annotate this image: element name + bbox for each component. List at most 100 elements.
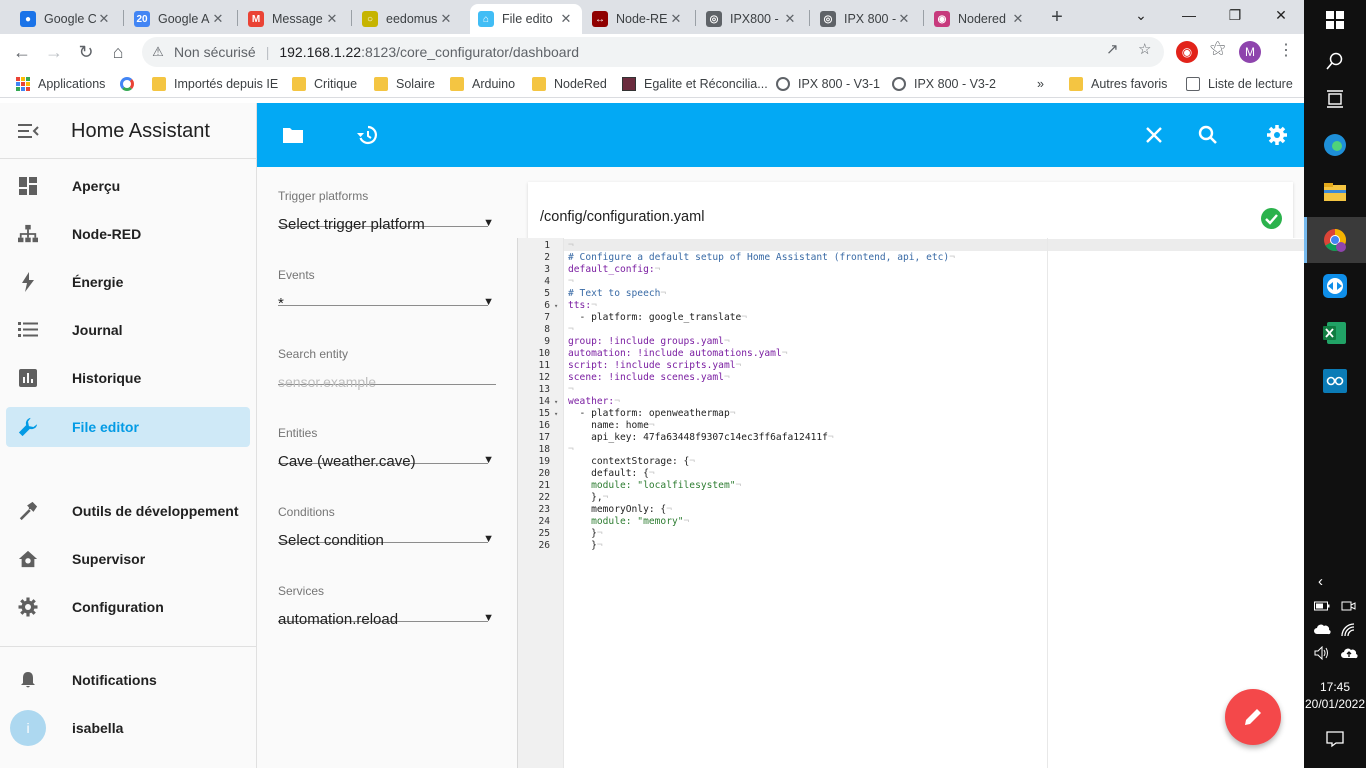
close-icon[interactable] xyxy=(1142,123,1166,147)
close-window-button[interactable]: ✕ xyxy=(1258,0,1304,30)
close-tab-icon[interactable]: ✕ xyxy=(782,11,798,27)
other-favorites[interactable]: Autres favoris xyxy=(1069,75,1167,93)
bookmark-item[interactable]: NodeRed xyxy=(532,75,607,93)
browser-tab[interactable]: ⌂ File edito ✕ xyxy=(470,4,582,34)
browser-tab[interactable]: M Message ✕ xyxy=(240,4,348,34)
sidebar-item-supervisor[interactable]: Supervisor xyxy=(6,539,250,579)
restore-window-button[interactable]: ❐ xyxy=(1212,0,1258,30)
share-icon[interactable]: ↗ xyxy=(1106,40,1119,58)
search-icon[interactable] xyxy=(1196,123,1220,147)
menu-dots-icon[interactable]: ⋮ xyxy=(1278,40,1294,60)
reload-button[interactable]: ↻ xyxy=(72,38,100,66)
browser-tab[interactable]: ● Google C ✕ xyxy=(12,4,120,34)
meet-now-icon[interactable] xyxy=(1340,598,1356,617)
close-tab-icon[interactable]: ✕ xyxy=(96,11,112,27)
excel-icon[interactable] xyxy=(1323,321,1347,345)
close-tab-icon[interactable]: ✕ xyxy=(668,11,684,27)
close-tab-icon[interactable]: ✕ xyxy=(438,11,454,27)
wifi-icon[interactable] xyxy=(1340,622,1356,641)
back-button[interactable]: ← xyxy=(8,38,36,66)
search-entity-input[interactable]: Search entity sensor.example xyxy=(278,325,496,390)
bookmark-item[interactable] xyxy=(120,75,142,93)
bookmark-item[interactable]: IPX 800 - V3-2 xyxy=(892,75,996,93)
menu-collapse-icon[interactable] xyxy=(18,121,40,141)
close-tab-icon[interactable]: ✕ xyxy=(210,11,226,27)
folder-icon[interactable] xyxy=(281,123,305,147)
sidebar-item-user[interactable]: i isabella xyxy=(6,708,250,748)
browser-tab[interactable]: ◉ Nodered ✕ xyxy=(926,4,1034,34)
bookmark-item[interactable]: Arduino xyxy=(450,75,515,93)
sidebar-item-historique[interactable]: Historique xyxy=(6,358,250,398)
file-explorer-icon[interactable] xyxy=(1323,180,1347,204)
conditions-select[interactable]: Conditions Select condition ▼ xyxy=(278,483,494,549)
browser-tab[interactable]: ◎ IPX 800 - ✕ xyxy=(812,4,920,34)
fold-toggle-icon[interactable]: ▾ xyxy=(554,396,558,408)
bookmark-item[interactable]: Solaire xyxy=(374,75,435,93)
services-select[interactable]: Services automation.reload ▼ xyxy=(278,562,494,628)
bookmark-item[interactable]: Critique xyxy=(292,75,357,93)
history-icon[interactable] xyxy=(355,123,379,147)
browser-tab[interactable]: 20 Google A ✕ xyxy=(126,4,234,34)
bookmark-item[interactable]: Importés depuis IE xyxy=(152,75,278,93)
gear-icon[interactable] xyxy=(1265,123,1289,147)
app-header xyxy=(257,103,1304,167)
chrome-icon[interactable] xyxy=(1323,228,1347,252)
task-view-icon[interactable] xyxy=(1323,87,1347,111)
fold-toggle-icon[interactable]: ▾ xyxy=(554,408,558,420)
clock-date[interactable]: 20/01/2022 xyxy=(1304,697,1366,711)
forward-button[interactable]: → xyxy=(40,38,68,66)
sidebar-item-node-red[interactable]: Node-RED xyxy=(6,214,250,254)
sidebar-item-notifications[interactable]: Notifications xyxy=(6,660,250,700)
line-number: 7 xyxy=(544,312,550,323)
battery-icon[interactable] xyxy=(1314,600,1330,615)
close-tab-icon[interactable]: ✕ xyxy=(896,11,912,27)
sidebar-item-outils-de-developpement[interactable]: Outils de développement xyxy=(6,491,250,531)
extensions-icon[interactable]: ⚝ xyxy=(1210,40,1226,58)
home-button[interactable]: ⌂ xyxy=(104,38,132,66)
trigger-platform-select[interactable]: Trigger platforms Select trigger platfor… xyxy=(278,167,494,233)
entities-select[interactable]: Entities Cave (weather.cave) ▼ xyxy=(278,404,494,470)
line-number: 15 xyxy=(538,408,550,419)
volume-icon[interactable] xyxy=(1314,645,1330,663)
close-tab-icon[interactable]: ✕ xyxy=(1010,11,1026,27)
star-icon[interactable]: ☆ xyxy=(1138,40,1151,58)
new-tab-button[interactable]: + xyxy=(1044,4,1070,30)
sidebar-item-file-editor[interactable]: File editor xyxy=(6,407,250,447)
more-bookmarks-button[interactable]: » xyxy=(1037,75,1044,93)
edge-icon[interactable] xyxy=(1323,133,1347,157)
code-line: }¬ xyxy=(568,528,603,539)
browser-tab[interactable]: ○ eedomus ✕ xyxy=(354,4,462,34)
line-number: 26 xyxy=(538,540,550,551)
line-number: 5 xyxy=(544,288,550,299)
tab-search-button[interactable]: ⌄ xyxy=(1118,0,1164,30)
teamviewer-icon[interactable] xyxy=(1323,274,1347,298)
clock-time[interactable]: 17:45 xyxy=(1304,680,1366,694)
reading-list[interactable]: Liste de lecture xyxy=(1186,75,1293,93)
browser-tab[interactable]: ◎ IPX800 - ✕ xyxy=(698,4,806,34)
show-hidden-icons-chevron-icon[interactable]: ‹ xyxy=(1318,573,1323,590)
fold-toggle-icon[interactable]: ▾ xyxy=(554,300,558,312)
opera-vpn-extension-icon[interactable]: ◉ xyxy=(1176,41,1198,63)
sidebar-item-apercu[interactable]: Aperçu xyxy=(6,166,250,206)
edit-fab-button[interactable] xyxy=(1225,689,1281,745)
bookmark-item[interactable]: Applications xyxy=(16,75,105,93)
address-bar[interactable]: ⚠ Non sécurisé | 192.168.1.22 :8123/core… xyxy=(142,37,1164,67)
close-tab-icon[interactable]: ✕ xyxy=(324,11,340,27)
notification-center-icon[interactable] xyxy=(1326,730,1344,751)
onedrive-icon[interactable] xyxy=(1313,623,1331,638)
events-select[interactable]: Events * ▼ xyxy=(278,246,494,312)
browser-tab[interactable]: ↔ Node-RE ✕ xyxy=(584,4,692,34)
windows-start-icon[interactable] xyxy=(1323,8,1347,32)
bookmark-item[interactable]: IPX 800 - V3-1 xyxy=(776,75,880,93)
search-icon[interactable] xyxy=(1323,49,1347,73)
close-tab-icon[interactable]: ✕ xyxy=(558,11,574,27)
sidebar-item-configuration[interactable]: Configuration xyxy=(6,587,250,627)
bookmark-item[interactable]: Egalite et Réconcilia... xyxy=(622,75,768,93)
onedrive-sync-icon[interactable] xyxy=(1340,647,1358,662)
code-editor[interactable]: 1 ¬ 2 # Configure a default setup of Home A… xyxy=(517,238,1305,768)
sidebar-item-energie[interactable]: Énergie xyxy=(6,262,250,302)
arduino-icon[interactable] xyxy=(1323,369,1347,393)
profile-avatar[interactable]: M xyxy=(1239,41,1261,63)
sidebar-item-journal[interactable]: Journal xyxy=(6,310,250,350)
minimize-window-button[interactable]: — xyxy=(1166,0,1212,30)
